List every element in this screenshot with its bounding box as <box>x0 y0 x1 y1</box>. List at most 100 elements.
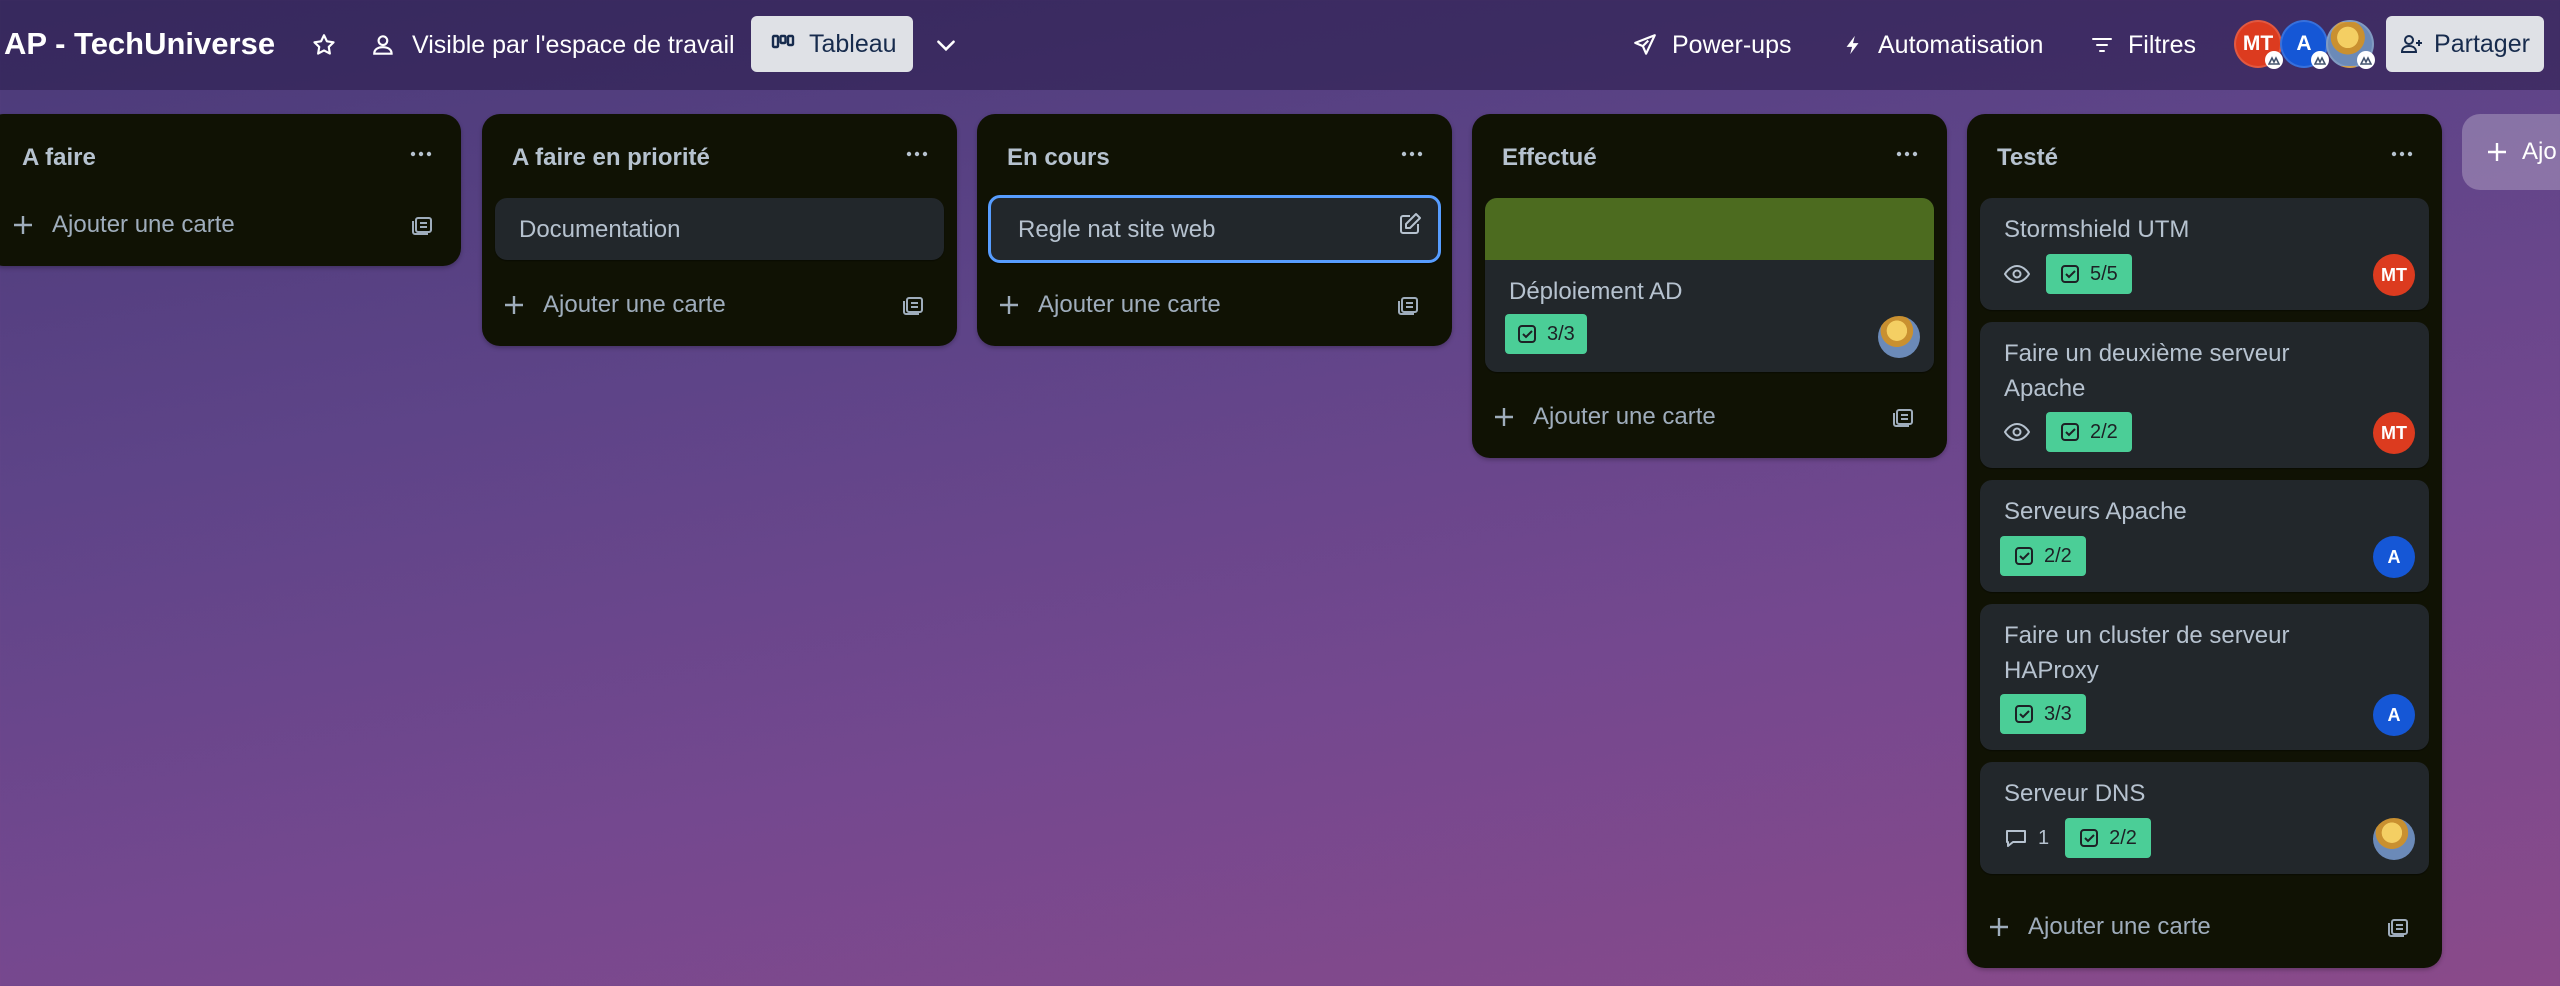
board-view-label: Tableau <box>809 29 897 58</box>
card-title: Faire un deuxième serveur Apache <box>2004 336 2289 406</box>
admin-badge-icon <box>2265 51 2283 69</box>
automation-button[interactable]: Automatisation <box>1842 17 2043 73</box>
add-card-button[interactable]: Ajouter une carte <box>4 200 453 250</box>
add-card-button[interactable]: Ajouter une carte <box>495 280 944 330</box>
list-title[interactable]: A faire en priorité <box>512 144 710 172</box>
card-title: Documentation <box>519 216 681 243</box>
card-badges: 2/2 <box>2000 412 2132 452</box>
checklist-badge: 5/5 <box>2046 254 2132 294</box>
card[interactable]: Serveur DNS 1 2/2 <box>1980 762 2429 874</box>
avatar-initials: MT <box>2381 264 2407 285</box>
list-teste: Testé Stormshield UTM 5/5 MT Faire un de… <box>1967 114 2442 968</box>
card-title: Serveurs Apache <box>2004 498 2187 525</box>
board-title[interactable]: AP - TechUniverse <box>4 26 275 62</box>
card-member-avatar[interactable]: A <box>2373 694 2415 736</box>
avatar-initials: MT <box>2381 422 2407 443</box>
card-title-line: HAProxy <box>2004 657 2099 684</box>
checklist-count: 2/2 <box>2109 826 2137 849</box>
checkbox-icon <box>2061 423 2079 441</box>
add-list-button[interactable]: Ajo <box>2462 114 2560 190</box>
template-icon[interactable] <box>1892 406 1916 428</box>
avatar-initials: A <box>2387 704 2401 725</box>
checkbox-icon <box>2061 265 2079 283</box>
card-member-avatar[interactable]: MT <box>2373 254 2415 296</box>
avatar-initials: A <box>2387 546 2401 567</box>
edit-icon[interactable] <box>1398 212 1422 236</box>
plus-icon <box>14 216 32 234</box>
checkbox-icon <box>2080 829 2099 847</box>
list-title[interactable]: En cours <box>1007 144 1110 172</box>
list-menu-button[interactable] <box>897 134 937 174</box>
share-label: Partager <box>2434 29 2530 58</box>
list-menu-button[interactable] <box>1392 134 1432 174</box>
card[interactable]: Regle nat site web <box>988 195 1441 263</box>
card-member-avatar[interactable]: MT <box>2373 412 2415 454</box>
add-card-label: Ajouter une carte <box>1038 291 1221 318</box>
filters-button[interactable]: Filtres <box>2090 17 2196 73</box>
card[interactable]: Déploiement AD 3/3 <box>1485 198 1934 372</box>
list-menu-button[interactable] <box>1887 134 1927 174</box>
list-title[interactable]: A faire <box>22 144 96 172</box>
card-badges: 1 2/2 <box>2000 818 2151 858</box>
add-card-button[interactable]: Ajouter une carte <box>1485 392 1934 442</box>
card[interactable]: Faire un cluster de serveur HAProxy 3/3 … <box>1980 604 2429 750</box>
checklist-badge: 3/3 <box>1505 314 1587 354</box>
template-icon[interactable] <box>902 294 926 316</box>
avatar[interactable]: A <box>2280 20 2329 69</box>
list-header: A faire <box>0 114 461 194</box>
card-title: Stormshield UTM <box>2004 216 2190 243</box>
more-icon <box>1896 151 1918 157</box>
checklist-count: 3/3 <box>1547 322 1575 345</box>
template-icon[interactable] <box>2387 916 2411 938</box>
plus-icon <box>1990 918 2008 936</box>
watching-badge <box>2000 412 2034 452</box>
card-title-line: Faire un deuxième serveur <box>2004 340 2290 367</box>
visibility-button[interactable]: Visible par l'espace de travail <box>370 17 735 73</box>
checklist-count: 2/2 <box>2044 544 2072 567</box>
card[interactable]: Documentation <box>495 198 944 260</box>
card-badges: 5/5 <box>2000 254 2132 294</box>
more-icon <box>1401 151 1423 157</box>
template-icon[interactable] <box>411 214 435 236</box>
add-card-button[interactable]: Ajouter une carte <box>1980 902 2429 952</box>
list-effectue: Effectué Déploiement AD 3/3 Ajouter une … <box>1472 114 1947 458</box>
card-member-avatar[interactable] <box>1878 316 1920 358</box>
automation-label: Automatisation <box>1878 30 2044 59</box>
chevron-down-icon <box>937 40 955 52</box>
board-icon <box>771 34 795 49</box>
add-card-button[interactable]: Ajouter une carte <box>990 280 1439 330</box>
card-member-avatar[interactable]: A <box>2373 536 2415 578</box>
share-button[interactable]: Partager <box>2386 16 2544 72</box>
card[interactable]: Faire un deuxième serveur Apache 2/2 MT <box>1980 322 2429 468</box>
powerups-label: Power-ups <box>1672 30 1792 59</box>
add-card-label: Ajouter une carte <box>2028 913 2211 940</box>
powerups-button[interactable]: Power-ups <box>1632 17 1792 73</box>
plus-icon <box>2488 143 2506 161</box>
people-icon <box>373 35 393 55</box>
view-switcher-button[interactable] <box>928 17 964 73</box>
list-a-faire: A faire Ajouter une carte <box>0 114 461 266</box>
list-title[interactable]: Testé <box>1997 144 2058 172</box>
eye-icon <box>2004 422 2030 442</box>
checklist-count: 5/5 <box>2090 262 2118 285</box>
card-title: Serveur DNS <box>2004 780 2146 807</box>
avatar[interactable] <box>2326 20 2375 69</box>
admin-badge-icon <box>2311 51 2329 69</box>
list-header: En cours <box>977 114 1452 194</box>
avatar[interactable]: MT <box>2234 20 2283 69</box>
card[interactable]: Stormshield UTM 5/5 MT <box>1980 198 2429 310</box>
eye-icon <box>2004 264 2030 284</box>
star-board-button[interactable] <box>304 17 344 73</box>
filters-label: Filtres <box>2128 30 2197 59</box>
add-card-label: Ajouter une carte <box>1533 403 1716 430</box>
admin-badge-icon <box>2357 51 2375 69</box>
list-menu-button[interactable] <box>401 134 441 174</box>
board-members: MT A <box>2234 20 2384 70</box>
card-member-avatar[interactable] <box>2373 818 2415 860</box>
list-menu-button[interactable] <box>2382 134 2422 174</box>
template-icon[interactable] <box>1397 294 1421 316</box>
card-cover <box>1485 198 1934 260</box>
list-title[interactable]: Effectué <box>1502 144 1597 172</box>
card[interactable]: Serveurs Apache 2/2 A <box>1980 480 2429 592</box>
board-view-button[interactable]: Tableau <box>751 16 913 72</box>
